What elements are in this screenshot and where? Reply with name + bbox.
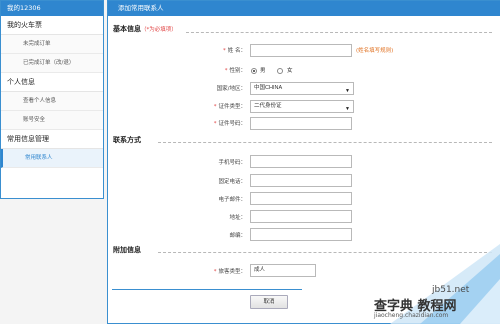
sidebar-item-contacts[interactable]: 常用联系人 bbox=[1, 149, 103, 168]
sidebar-group-common-info[interactable]: 常用信息管理 bbox=[1, 130, 103, 149]
main-header: 添加常用联系人 bbox=[108, 1, 500, 16]
id-number-label-text: 证件号码： bbox=[218, 121, 246, 127]
chevron-down-icon: ▼ bbox=[345, 88, 350, 94]
mobile-label: 手机号码： bbox=[218, 160, 246, 166]
gender-label-text: 性别： bbox=[229, 68, 246, 74]
id-type-select[interactable]: 二代身份证 ▼ bbox=[250, 100, 354, 113]
section-contact-title: 联系方式 bbox=[113, 136, 141, 144]
gender-label: * 性别： bbox=[224, 68, 246, 74]
id-type-label-text: 证件类型： bbox=[218, 104, 246, 110]
zip-label: 邮编： bbox=[229, 233, 246, 239]
phone-label: 固定电话： bbox=[218, 179, 246, 185]
name-label-text: 姓 名： bbox=[227, 48, 246, 54]
section-basic-title: 基本信息 bbox=[113, 25, 141, 33]
sidebar: 我的12306 我的火车票 未完成订单 已完成订单（改/退） 个人信息 查看个人… bbox=[0, 0, 104, 199]
id-type-value: 二代身份证 bbox=[254, 103, 282, 109]
watermark-line1: jb51.net bbox=[432, 285, 470, 295]
passenger-type-value: 成人 bbox=[254, 267, 266, 273]
id-number-input[interactable] bbox=[250, 117, 352, 130]
cancel-button[interactable]: 取消 bbox=[250, 295, 288, 309]
passenger-type-select[interactable]: 成人 bbox=[250, 264, 316, 277]
name-label: * 姓 名： bbox=[223, 48, 246, 54]
address-label: 地址： bbox=[229, 215, 246, 221]
gender-male-label: 男 bbox=[260, 68, 266, 74]
sidebar-item-unfinished-orders[interactable]: 未完成订单 bbox=[1, 35, 103, 54]
chevron-down-icon: ▼ bbox=[345, 106, 350, 112]
watermark-line3: jiaocheng.chazidian.com bbox=[374, 312, 449, 319]
email-label: 电子邮件： bbox=[218, 197, 246, 203]
sidebar-group-my-tickets[interactable]: 我的火车票 bbox=[1, 16, 103, 35]
id-number-label: * 证件号码： bbox=[213, 121, 246, 127]
passenger-type-label: * 旅客类型： bbox=[213, 269, 246, 275]
gender-female-radio[interactable] bbox=[277, 68, 283, 74]
required-note: （*为必填项） bbox=[141, 27, 177, 33]
gender-male-radio[interactable] bbox=[251, 68, 257, 74]
divider bbox=[186, 32, 492, 33]
gender-female-label: 女 bbox=[287, 68, 293, 74]
sidebar-item-finished-orders[interactable]: 已完成订单（改/退） bbox=[1, 54, 103, 73]
id-type-label: * 证件类型： bbox=[213, 104, 246, 110]
page: 我的12306 我的火车票 未完成订单 已完成订单（改/退） 个人信息 查看个人… bbox=[0, 0, 500, 324]
country-select[interactable]: 中国CHINA ▼ bbox=[250, 82, 354, 95]
country-value: 中国CHINA bbox=[254, 85, 283, 91]
name-input[interactable] bbox=[250, 44, 352, 57]
sidebar-item-view-profile[interactable]: 查看个人信息 bbox=[1, 92, 103, 111]
sidebar-header: 我的12306 bbox=[1, 1, 103, 16]
sidebar-item-account-security[interactable]: 账号安全 bbox=[1, 111, 103, 130]
country-label: 国家/地区： bbox=[216, 86, 246, 92]
section-basic-info: 基本信息（*为必填项） bbox=[113, 24, 177, 34]
sidebar-group-personal-info[interactable]: 个人信息 bbox=[1, 73, 103, 92]
email-input[interactable] bbox=[250, 192, 352, 205]
divider bbox=[112, 289, 302, 290]
phone-input[interactable] bbox=[250, 174, 352, 187]
passenger-type-label-text: 旅客类型： bbox=[218, 269, 246, 275]
name-rule-link[interactable]: (姓名填写规则) bbox=[356, 45, 393, 57]
divider bbox=[158, 142, 492, 143]
address-input[interactable] bbox=[250, 210, 352, 223]
zip-input[interactable] bbox=[250, 228, 352, 241]
mobile-input[interactable] bbox=[250, 155, 352, 168]
section-extra-title: 附加信息 bbox=[113, 246, 141, 254]
